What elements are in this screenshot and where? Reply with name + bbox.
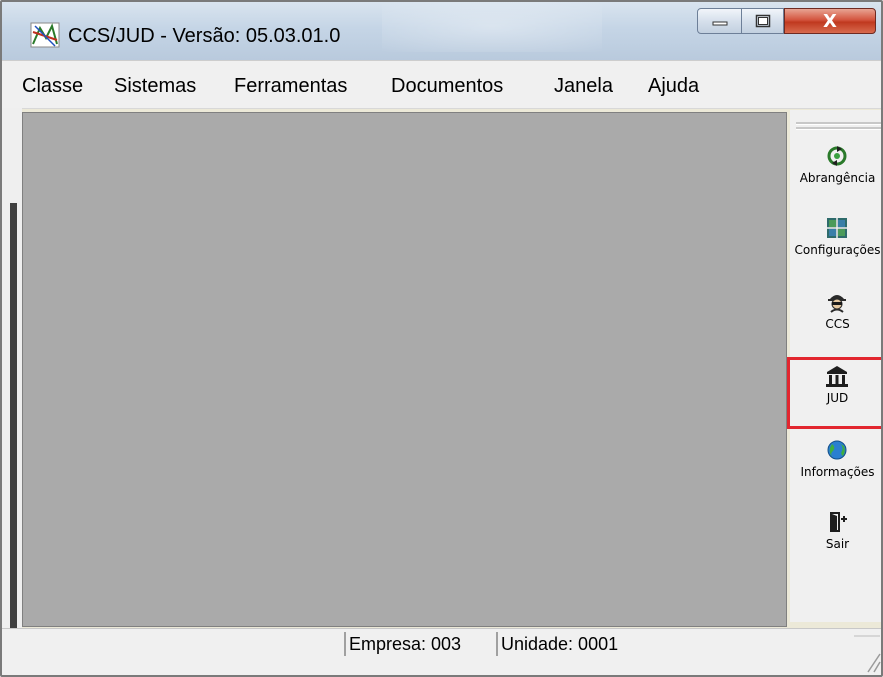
menu-bar: Classe Sistemas Ferramentas Documentos J… [2,60,881,109]
minimize-button[interactable] [697,8,742,34]
menu-ferramentas[interactable]: Ferramentas [234,75,347,98]
maximize-icon [755,14,770,28]
menu-janela[interactable]: Janela [554,75,613,98]
status-bar: Empresa: 003 Unidade: 0001 [2,628,881,675]
mdi-workspace[interactable] [22,112,787,627]
status-unidade: Unidade: 0001 [496,632,618,656]
left-border-bar [10,203,17,628]
toolbar-grip-line [796,127,881,130]
toolbar-button-abrangencia[interactable]: Abrangência [790,138,881,210]
left-border [2,108,22,628]
toolbar-label-ccs: CCS [825,317,850,331]
recycle-icon [827,146,847,166]
spy-icon [828,295,846,313]
menu-sistemas[interactable]: Sistemas [114,75,196,98]
toolbar-label-configuracoes: Configurações [794,243,881,257]
menu-classe[interactable]: Classe [22,75,83,98]
maximize-button[interactable] [742,8,784,34]
close-icon: X [823,10,837,32]
menu-documentos[interactable]: Documentos [391,75,503,98]
app-window: CCS/JUD - Versão: 05.03.01.0 X Classe Si… [0,0,883,677]
jud-highlight-box [787,357,881,429]
toolbar-button-configuracoes[interactable]: Configurações [790,210,881,282]
toolbar-button-informacoes[interactable]: Informações [790,432,881,504]
toolbar-button-ccs[interactable]: CCS [790,284,881,356]
menu-ajuda[interactable]: Ajuda [648,75,699,98]
toolbar-button-sair[interactable]: Sair [790,504,881,576]
title-glow [382,2,602,52]
globe-icon [827,440,847,460]
resize-grip-icon[interactable] [852,634,882,674]
window-title: CCS/JUD - Versão: 05.03.01.0 [68,25,341,47]
status-empresa: Empresa: 003 [344,632,461,656]
close-button[interactable]: X [784,8,876,34]
toolbar-label-abrangencia: Abrangência [799,171,876,185]
minimize-icon [712,21,727,26]
title-bar[interactable]: CCS/JUD - Versão: 05.03.01.0 X [2,2,881,60]
toolbar-label-sair: Sair [825,537,850,551]
toolbar-label-informacoes: Informações [800,465,875,479]
exit-door-icon [830,512,847,532]
grid-icon [827,218,847,238]
toolbar-grip[interactable] [796,122,881,125]
app-logo-icon [30,22,60,48]
